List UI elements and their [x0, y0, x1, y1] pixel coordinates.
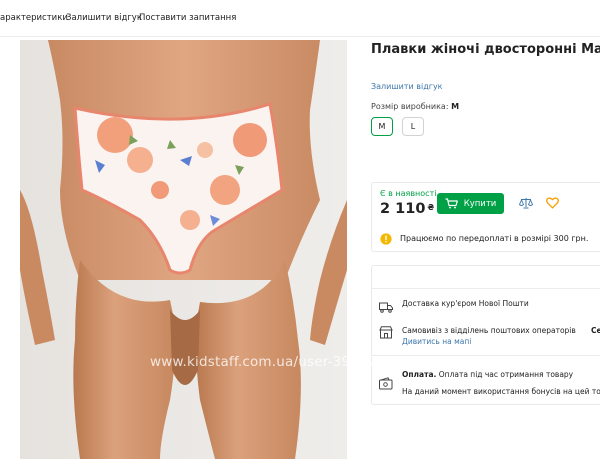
buy-button-label: Купити — [463, 198, 497, 209]
warning-icon — [380, 233, 392, 245]
buy-button[interactable]: Купити — [437, 193, 504, 214]
size-option-m[interactable]: M — [371, 117, 393, 136]
pickup-cost: Се — [591, 326, 600, 335]
product-title: Плавки жіночі двосторонні Maaji — [371, 42, 600, 57]
pickup-map-link[interactable]: Дивитись на мапі — [402, 337, 471, 346]
size-label-text: Розмір виробника: — [371, 102, 449, 111]
tab-characteristics[interactable]: арактеристики — [0, 13, 68, 23]
delivery-divider-top — [371, 288, 600, 289]
cart-icon — [445, 198, 458, 209]
delivery-box — [371, 265, 600, 405]
tab-leave-review[interactable]: Залишити відгук — [66, 13, 142, 23]
currency-sign: ₴ — [427, 203, 435, 212]
heart-icon[interactable] — [546, 197, 559, 209]
payment-info: Оплата. Оплата під час отримання товару — [402, 370, 573, 379]
leave-review-link[interactable]: Залишити відгук — [371, 82, 443, 91]
product-image — [20, 40, 347, 459]
product-photo[interactable] — [20, 40, 347, 459]
delivery-pickup: Самовивіз з відділень поштових операторі… — [402, 326, 576, 335]
store-icon — [379, 326, 393, 339]
bonus-note: На даний момент використання бонусів на … — [402, 387, 600, 396]
availability-status: Є в наявності — [380, 189, 437, 198]
payment-title: Оплата. — [402, 370, 437, 379]
price: 2 110 ₴ — [380, 201, 434, 217]
watermark: www.kidstaff.com.ua/user-393173.html — [150, 354, 422, 370]
prepayment-note: Працюємо по передоплаті в розмірі 300 гр… — [400, 234, 589, 243]
wallet-icon — [379, 377, 393, 390]
scales-icon[interactable] — [519, 197, 533, 209]
selected-size-value: M — [451, 102, 460, 111]
truck-icon — [379, 302, 393, 313]
tabs-divider — [0, 36, 600, 37]
size-option-l[interactable]: L — [402, 117, 424, 136]
delivery-courier: Доставка кур'єром Нової Пошти — [402, 299, 529, 308]
price-value: 2 110 — [380, 201, 426, 217]
tab-ask-question[interactable]: Поставити запитання — [139, 13, 236, 23]
payment-text: Оплата під час отримання товару — [438, 370, 574, 379]
size-label: Розмір виробника: M — [371, 102, 459, 111]
product-tabs: арактеристики Залишити відгук Поставити … — [0, 0, 600, 36]
